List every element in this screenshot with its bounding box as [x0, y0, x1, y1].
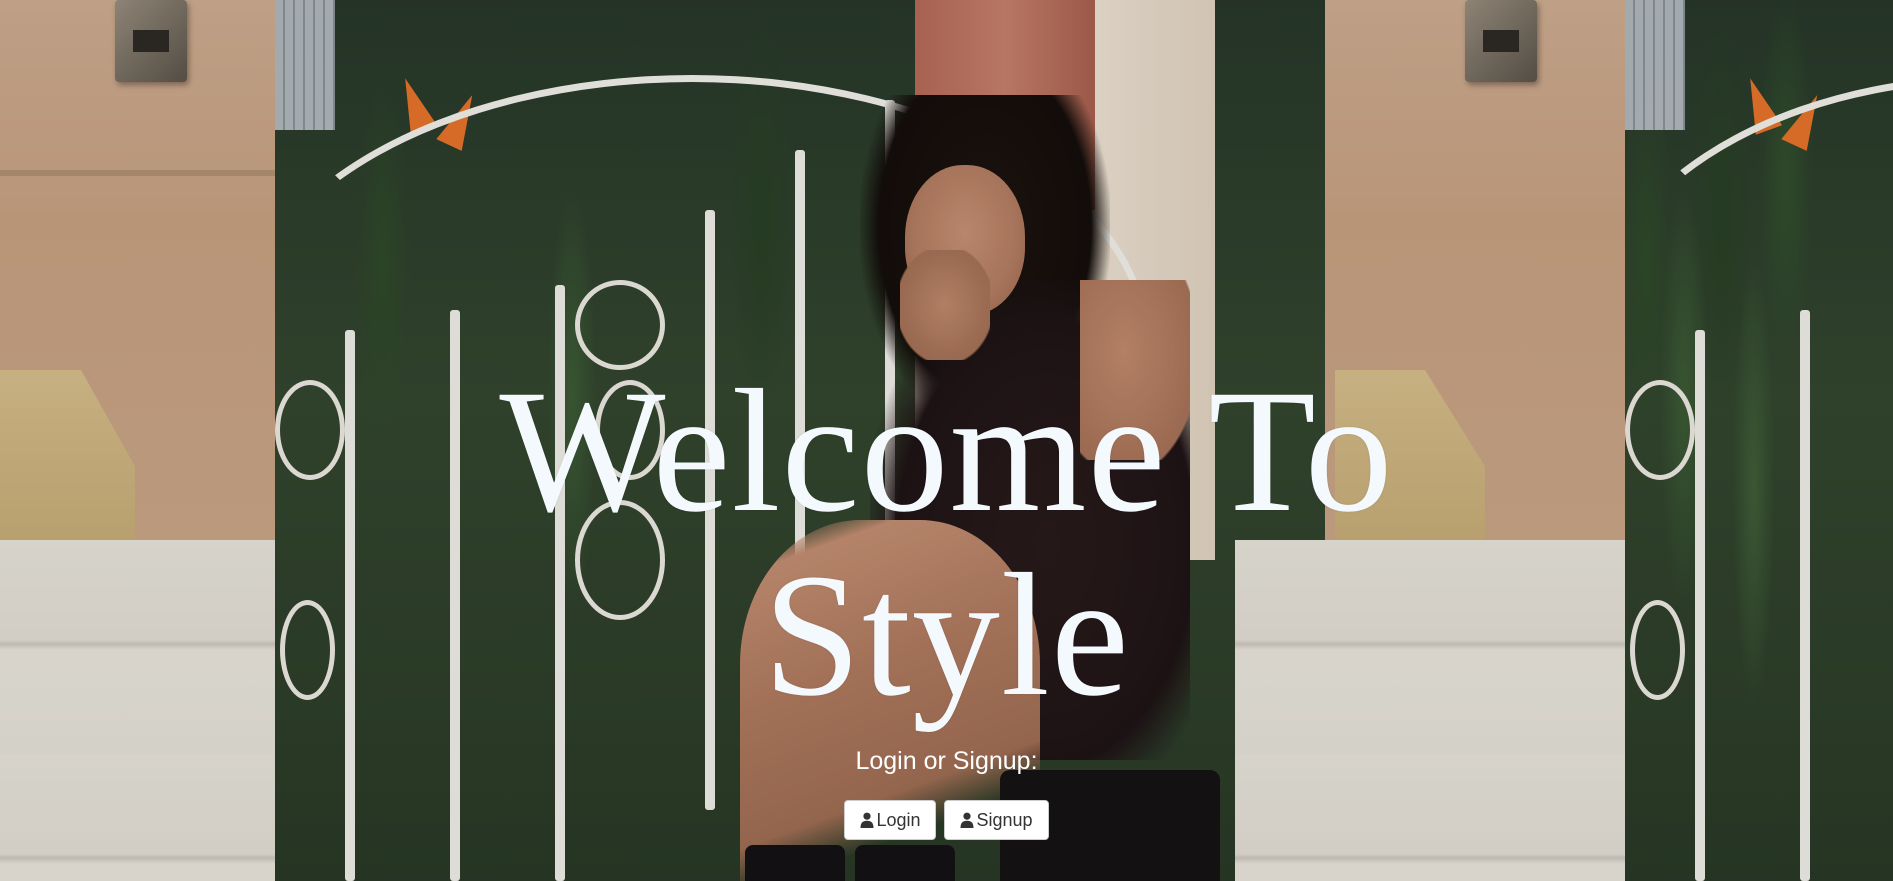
login-signup-prompt: Login or Signup:	[855, 747, 1038, 775]
hero-section: Welcome To Style Login or Signup: Login …	[0, 360, 1893, 840]
page-title: Welcome To Style	[0, 360, 1893, 728]
landing-page: Welcome To Style Login or Signup: Login …	[0, 0, 1893, 881]
auth-button-group: Login Signup	[0, 800, 1893, 840]
login-button[interactable]: Login	[844, 800, 937, 840]
signup-button-label: Signup	[976, 809, 1033, 830]
user-icon	[860, 812, 874, 828]
user-icon	[960, 812, 974, 828]
signup-button[interactable]: Signup	[944, 800, 1049, 840]
login-button-label: Login	[876, 809, 921, 830]
title-line-2: Style	[763, 538, 1130, 733]
title-line-1: Welcome To	[499, 354, 1394, 549]
